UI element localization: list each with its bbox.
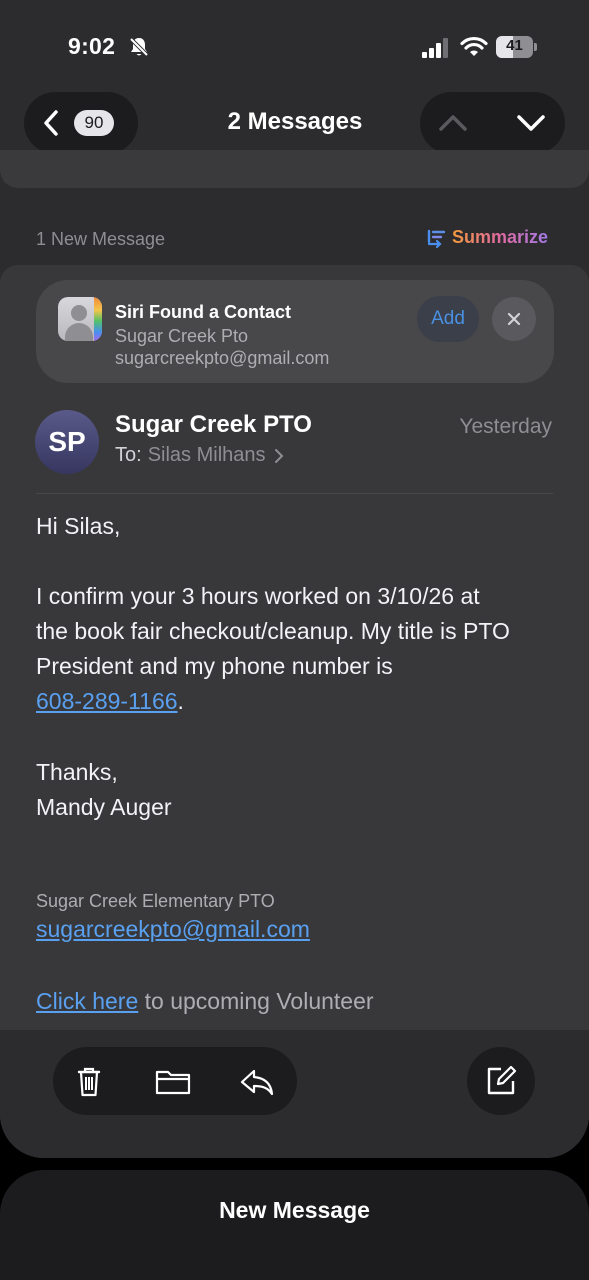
phone-line: 608-289-1166.	[36, 684, 566, 719]
body-line: President and my phone number is	[36, 653, 393, 679]
new-message-sheet[interactable]	[0, 1170, 589, 1280]
close-icon	[507, 312, 521, 326]
message-date: Yesterday	[459, 415, 552, 438]
chevron-up-icon[interactable]	[438, 111, 468, 135]
unread-count-badge: 90	[74, 110, 114, 136]
signer-name: Mandy Auger	[36, 794, 172, 820]
summarize-button[interactable]: Summarize	[426, 227, 548, 248]
new-message-count: 1 New Message	[36, 229, 166, 249]
reply-icon[interactable]	[239, 1063, 275, 1099]
battery-indicator: 41	[496, 36, 538, 58]
sender-name[interactable]: Sugar Creek PTO	[115, 411, 312, 439]
message-view: 9:02 41 90 2 Messages 1 New Message Summ…	[0, 0, 589, 1158]
dismiss-suggestion-button[interactable]	[492, 297, 536, 341]
suggestion-title: Siri Found a Contact	[115, 302, 292, 322]
signature-org: Sugar Creek Elementary PTO	[36, 891, 275, 911]
body-line: I confirm your 3 hours worked on 3/10/26…	[36, 583, 480, 609]
status-time: 9:02	[68, 33, 116, 59]
cellular-signal-icon	[422, 38, 448, 58]
compose-icon	[487, 1065, 517, 1095]
recipient-name: Silas Milhans	[147, 444, 266, 466]
summarize-icon	[427, 229, 446, 248]
trash-icon[interactable]	[71, 1063, 107, 1099]
recipient-line[interactable]: To: Silas Milhans	[115, 444, 284, 467]
new-message-title[interactable]: New Message	[0, 1197, 589, 1224]
mail-screen: 9:02 41 90 2 Messages 1 New Message Summ…	[0, 0, 589, 1280]
bell-slash-icon	[129, 37, 149, 57]
to-label: To:	[115, 444, 142, 466]
avatar[interactable]: SP	[35, 410, 99, 474]
wifi-icon	[460, 36, 488, 56]
divider	[36, 493, 553, 494]
previous-message-card[interactable]	[0, 150, 589, 188]
siri-contact-suggestion: Siri Found a Contact Sugar Creek Pto sug…	[36, 280, 554, 383]
suggestion-name: Sugar Creek Pto	[115, 326, 249, 346]
message-navigation	[420, 92, 565, 154]
body-line: the book fair checkout/cleanup. My title…	[36, 618, 510, 644]
back-button[interactable]: 90	[24, 92, 138, 154]
page-title: 2 Messages	[227, 108, 363, 135]
closing: Thanks,	[36, 759, 118, 785]
chevron-left-icon	[44, 110, 58, 136]
greeting: Hi Silas,	[36, 513, 121, 539]
phone-suffix: .	[177, 688, 184, 714]
add-contact-button[interactable]: Add	[417, 296, 479, 342]
battery-level: 41	[506, 37, 523, 54]
action-toolbar	[53, 1047, 297, 1115]
folder-icon[interactable]	[155, 1063, 191, 1099]
compose-button[interactable]	[467, 1047, 535, 1115]
volunteer-text: to upcoming Volunteer	[138, 988, 374, 1014]
summarize-label: Summarize	[452, 227, 549, 247]
chevron-right-icon	[274, 448, 283, 463]
chevron-down-icon[interactable]	[516, 111, 546, 135]
suggestion-email: sugarcreekpto@gmail.com	[115, 348, 330, 368]
volunteer-line: Click here to upcoming Volunteer	[36, 988, 374, 1015]
message-body: I confirm your 3 hours worked on 3/10/26…	[36, 579, 566, 719]
signature-email-link[interactable]: sugarcreekpto@gmail.com	[36, 916, 310, 943]
click-here-link[interactable]: Click here	[36, 988, 138, 1014]
contact-card-icon	[58, 297, 102, 341]
phone-link[interactable]: 608-289-1166	[36, 688, 178, 714]
